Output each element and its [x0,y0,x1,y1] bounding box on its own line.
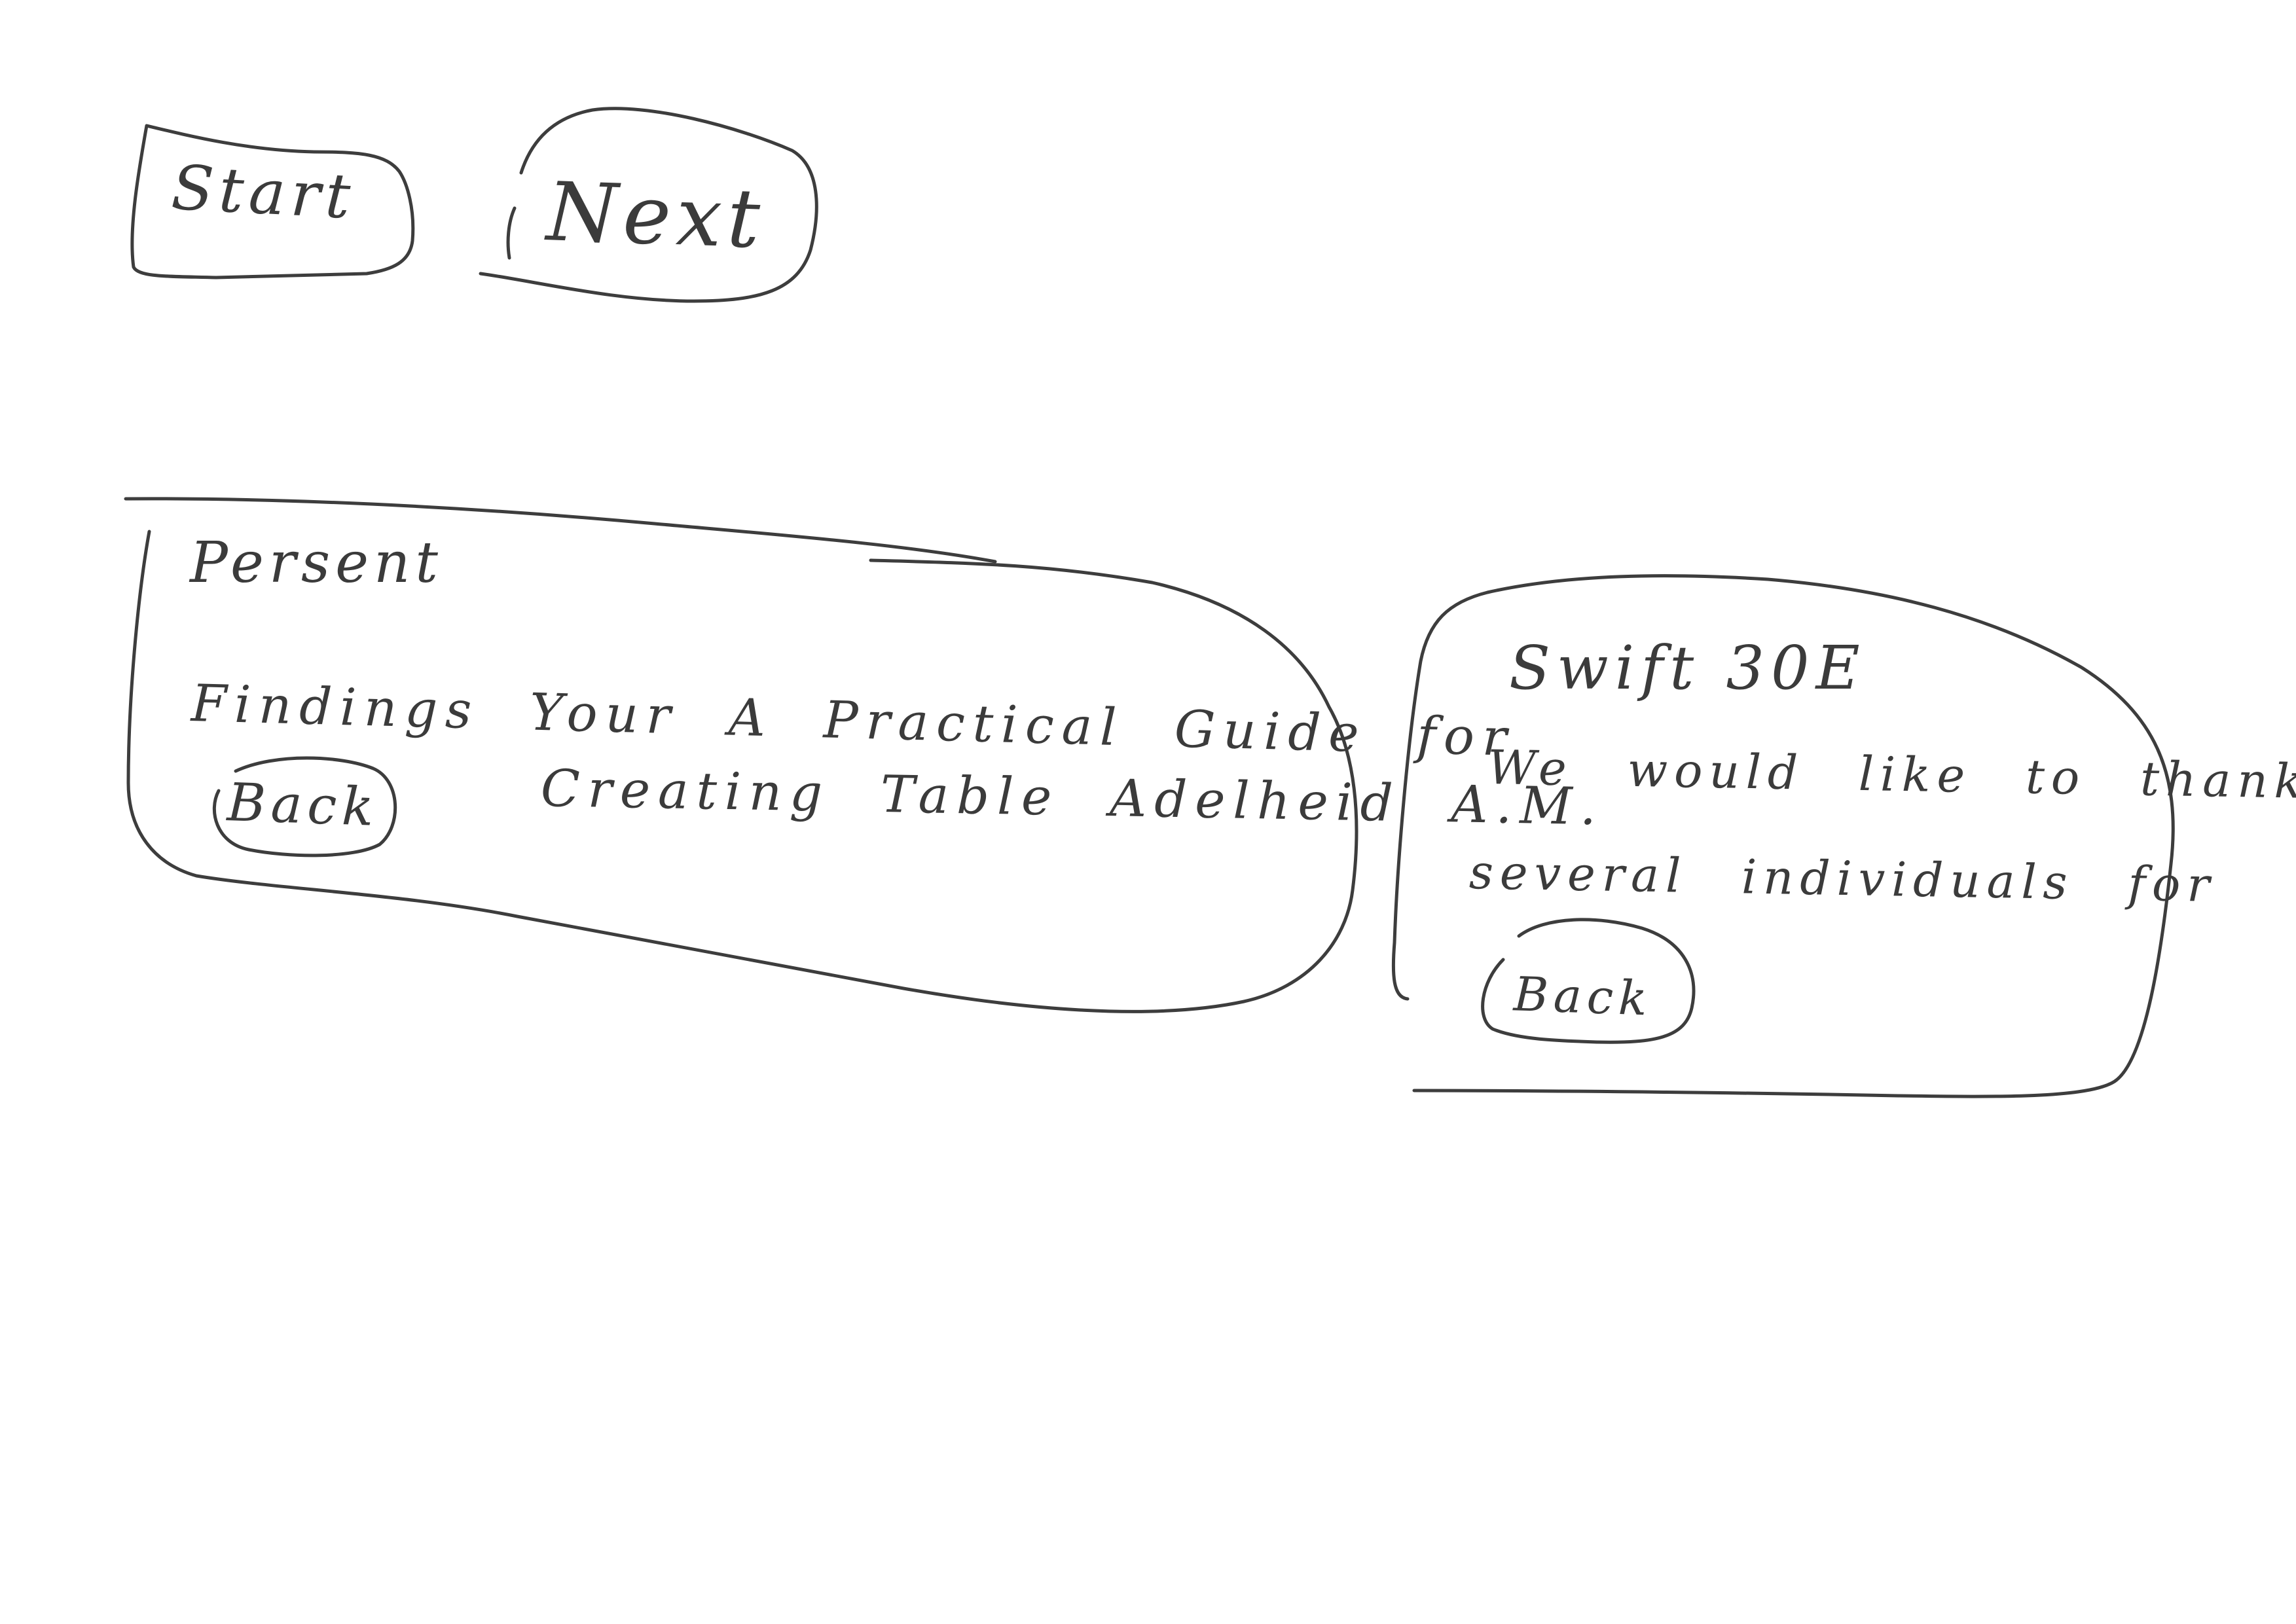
next-button-label: Next [545,165,767,267]
right-card-back-button-label: Back [1512,966,1654,1026]
left-card-heading: Persent [190,530,443,596]
right-card-heading: Swift 30E [1509,633,1867,703]
left-card-back-button-label: Back [226,771,380,839]
start-button-label: Start [170,152,357,234]
